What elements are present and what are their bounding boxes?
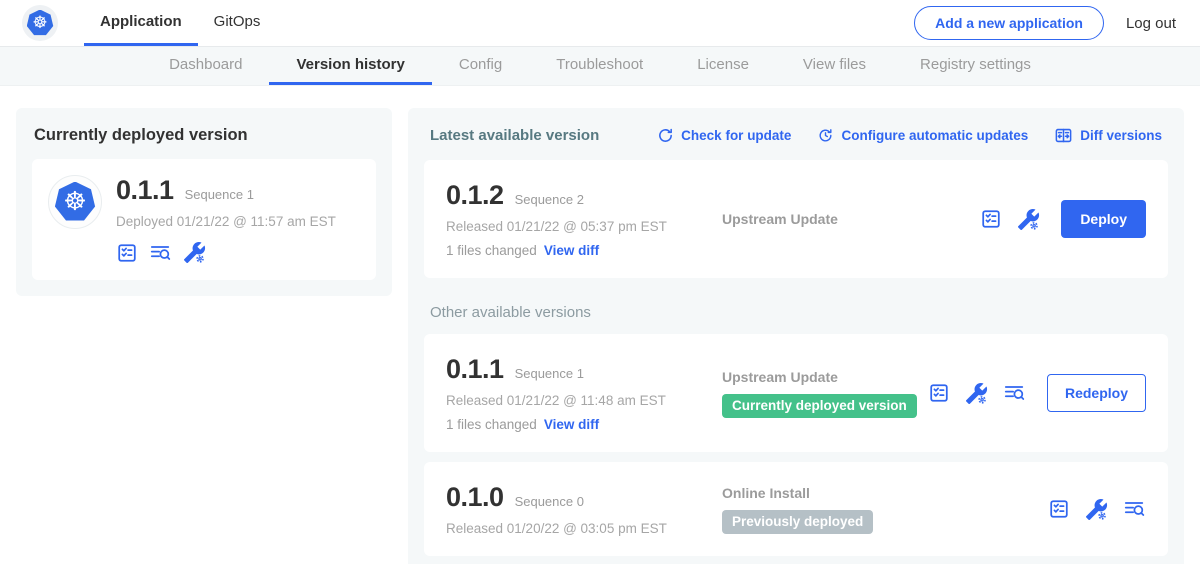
add-new-application-button[interactable]: Add a new application: [914, 6, 1104, 40]
files-changed-label: 1 files changed: [446, 417, 537, 432]
files-changed-label: 1 files changed: [446, 243, 537, 258]
version-source-label: Online Install: [722, 485, 1038, 501]
subnav-troubleshoot[interactable]: Troubleshoot: [529, 47, 670, 85]
app-logo: ☸: [22, 5, 58, 41]
refresh-icon: [657, 127, 674, 144]
deployed-version-number: 0.1.1: [116, 175, 174, 206]
kubernetes-logo-icon: ☸: [55, 182, 96, 223]
version-number: 0.1.1: [446, 354, 504, 385]
version-source-label: Upstream Update: [722, 369, 918, 385]
subnav-view-files[interactable]: View files: [776, 47, 893, 85]
edit-config-icon[interactable]: [1017, 208, 1040, 231]
version-card: 0.1.0 Sequence 0 Released 01/20/22 @ 03:…: [424, 462, 1168, 556]
app-subnav: Dashboard Version history Config Trouble…: [0, 46, 1200, 86]
preflight-checks-icon[interactable]: [1048, 498, 1070, 520]
subnav-registry-settings[interactable]: Registry settings: [893, 47, 1058, 85]
version-card: 0.1.1 Sequence 1 Released 01/21/22 @ 11:…: [424, 334, 1168, 452]
released-timestamp: Released 01/20/22 @ 03:05 pm EST: [446, 521, 712, 536]
check-for-update-link[interactable]: Check for update: [657, 127, 791, 144]
view-diff-logs-icon[interactable]: [1123, 498, 1146, 520]
other-available-title: Other available versions: [430, 304, 1162, 321]
deploy-button[interactable]: Deploy: [1061, 200, 1146, 238]
subnav-license[interactable]: License: [670, 47, 776, 85]
view-diff-link[interactable]: View diff: [544, 417, 599, 432]
edit-config-icon[interactable]: [1085, 498, 1108, 521]
previously-deployed-badge: Previously deployed: [722, 510, 873, 534]
sequence-label: Sequence 2: [515, 192, 584, 207]
logout-button[interactable]: Log out: [1126, 15, 1176, 32]
subnav-version-history[interactable]: Version history: [269, 47, 431, 85]
sequence-label: Sequence 1: [515, 366, 584, 381]
version-history-panel: Latest available version Check for updat…: [408, 108, 1184, 564]
deployed-version-card: ☸ 0.1.1 Sequence 1 Deployed 01/21/22 @ 1…: [32, 159, 376, 280]
currently-deployed-badge: Currently deployed version: [722, 394, 917, 418]
currently-deployed-title: Currently deployed version: [34, 126, 374, 145]
deployed-sequence-label: Sequence 1: [185, 187, 254, 202]
diff-versions-link[interactable]: Diff versions: [1054, 126, 1162, 145]
currently-deployed-panel: Currently deployed version ☸ 0.1.1 Seque…: [16, 108, 392, 296]
preflight-checks-icon[interactable]: [116, 242, 138, 264]
diff-split-icon: [1054, 126, 1073, 145]
subnav-config[interactable]: Config: [432, 47, 529, 85]
subnav-dashboard[interactable]: Dashboard: [142, 47, 269, 85]
released-timestamp: Released 01/21/22 @ 11:48 am EST: [446, 393, 712, 408]
clock-refresh-icon: [817, 127, 834, 144]
redeploy-button[interactable]: Redeploy: [1047, 374, 1146, 412]
app-icon: ☸: [48, 175, 102, 229]
preflight-checks-icon[interactable]: [980, 208, 1002, 230]
deployed-timestamp: Deployed 01/21/22 @ 11:57 am EST: [116, 214, 336, 229]
sequence-label: Sequence 0: [515, 494, 584, 509]
configure-automatic-updates-link[interactable]: Configure automatic updates: [817, 127, 1028, 144]
version-number: 0.1.2: [446, 180, 504, 211]
edit-config-icon[interactable]: [183, 241, 206, 264]
top-header: ☸ Application GitOps Add a new applicati…: [0, 0, 1200, 46]
tab-application[interactable]: Application: [84, 0, 198, 46]
view-diff-link[interactable]: View diff: [544, 243, 599, 258]
edit-config-icon[interactable]: [965, 382, 988, 405]
version-card: 0.1.2 Sequence 2 Released 01/21/22 @ 05:…: [424, 160, 1168, 278]
latest-available-title: Latest available version: [430, 127, 599, 144]
tab-gitops[interactable]: GitOps: [198, 0, 277, 46]
version-source-label: Upstream Update: [722, 211, 970, 227]
view-diff-logs-icon[interactable]: [149, 242, 172, 264]
main-content: Currently deployed version ☸ 0.1.1 Seque…: [0, 86, 1200, 564]
preflight-checks-icon[interactable]: [928, 382, 950, 404]
kubernetes-logo-icon: ☸: [27, 10, 54, 37]
view-diff-logs-icon[interactable]: [1003, 382, 1026, 404]
version-number: 0.1.0: [446, 482, 504, 513]
released-timestamp: Released 01/21/22 @ 05:37 pm EST: [446, 219, 712, 234]
